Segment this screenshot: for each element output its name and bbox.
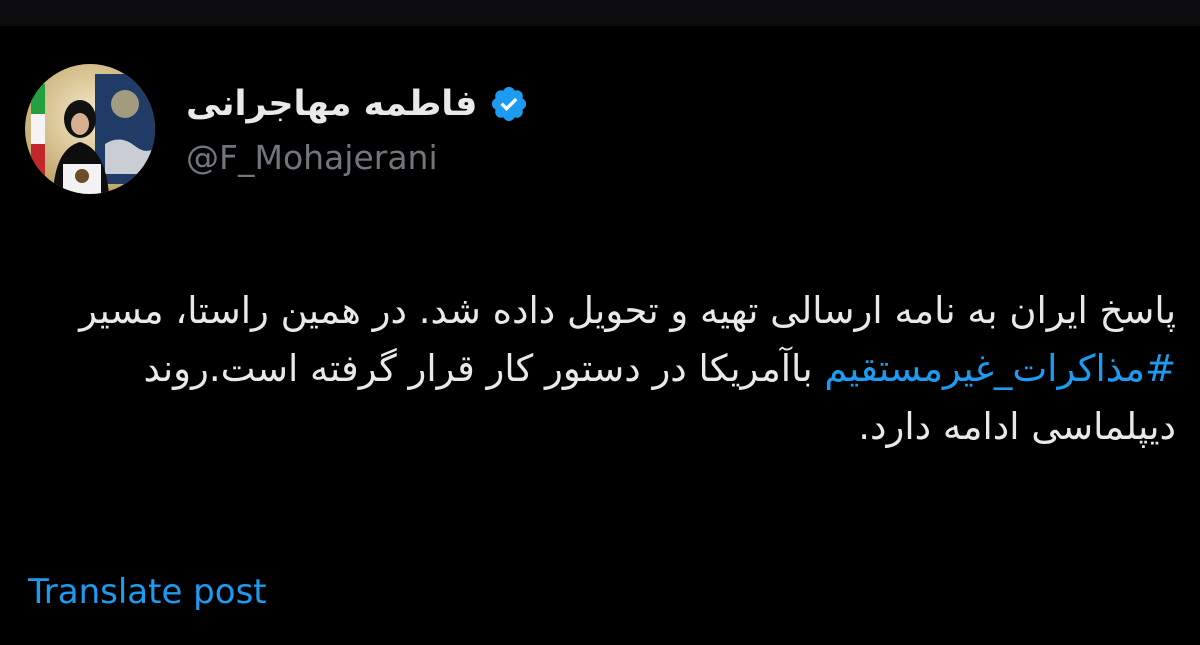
author-name-row: فاطمه مهاجرانی	[186, 76, 529, 132]
translate-post-link[interactable]: Translate post	[28, 572, 267, 612]
author-display-name[interactable]: فاطمه مهاجرانی	[186, 84, 477, 124]
avatar[interactable]	[25, 64, 155, 194]
verified-badge-icon	[489, 84, 529, 124]
avatar-image	[25, 64, 155, 194]
post-text: پاسخ ایران به نامه ارسالی تهیه و تحویل د…	[24, 282, 1176, 456]
hashtag-link[interactable]: #مذاکرات_غیرمستقیم	[824, 347, 1176, 390]
top-bar	[0, 0, 1200, 26]
author-handle[interactable]: @F_Mohajerani	[186, 138, 438, 177]
post-text-part: پاسخ ایران به نامه ارسالی تهیه و تحویل د…	[79, 289, 1176, 332]
